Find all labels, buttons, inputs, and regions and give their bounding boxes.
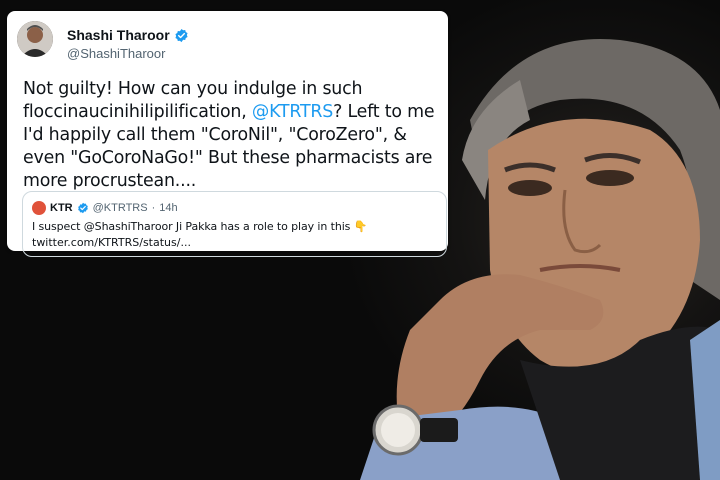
author-handle[interactable]: @ShashiTharoor <box>67 46 165 61</box>
pointing-down-emoji: 👇 <box>353 220 368 233</box>
meta-separator: · <box>151 202 156 214</box>
quoted-avatar[interactable] <box>32 201 46 215</box>
quoted-timestamp[interactable]: 14h <box>159 202 177 214</box>
tweet-text: Not guilty! How can you indulge in such … <box>23 78 443 193</box>
verified-badge-icon <box>77 202 88 214</box>
quoted-tweet-link[interactable]: twitter.com/KTRTRS/status/... <box>32 236 191 249</box>
verified-badge-icon <box>175 28 188 42</box>
quoted-author-name[interactable]: KTR <box>50 202 73 214</box>
quoted-tweet-header: KTR @KTRTRS · 14h <box>32 201 178 215</box>
quoted-tweet[interactable]: KTR @KTRTRS · 14h I suspect @ShashiTharo… <box>22 191 447 257</box>
author-name[interactable]: Shashi Tharoor <box>67 27 189 43</box>
quoted-author-handle[interactable]: @KTRTRS <box>93 202 148 214</box>
tweet-card[interactable]: Shashi Tharoor @ShashiTharoor Not guilty… <box>7 11 448 257</box>
mention-link[interactable]: @KTRTRS <box>252 102 333 122</box>
avatar[interactable] <box>17 21 53 57</box>
quoted-text-body: I suspect @ShashiTharoor Ji Pakka has a … <box>32 220 351 233</box>
quoted-tweet-text: I suspect @ShashiTharoor Ji Pakka has a … <box>32 220 367 233</box>
